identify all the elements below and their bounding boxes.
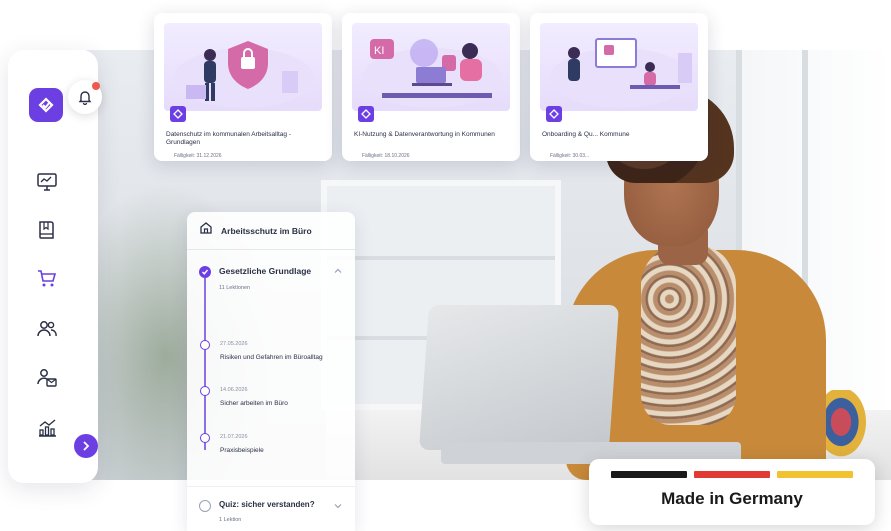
- course-due-date: Fälligkeit: 30.03...: [550, 153, 590, 159]
- timeline-line: [204, 278, 206, 450]
- course-outline-panel: Arbeitsschutz im Büro Gesetzliche Grundl…: [187, 212, 355, 531]
- home-icon: [199, 221, 213, 240]
- analytics-icon[interactable]: [33, 414, 61, 442]
- svg-text:KI: KI: [374, 45, 384, 57]
- course-due-date: Fälligkeit: 31.12.2026: [174, 153, 222, 159]
- check-chevron-logo[interactable]: [29, 88, 63, 122]
- sidebar: [8, 50, 98, 483]
- notification-dot: [92, 82, 100, 90]
- bell-icon[interactable]: [68, 80, 102, 114]
- chevron-right-icon[interactable]: [74, 434, 98, 458]
- course-card[interactable]: Onboarding & Qu... Kommune Fälligkeit: 3…: [530, 13, 708, 161]
- quiz-lesson-count: 1 Lektion: [219, 517, 242, 523]
- quiz-status-icon: [199, 500, 211, 512]
- outline-header[interactable]: Arbeitsschutz im Büro: [187, 212, 355, 250]
- course-thumbnail: [540, 23, 698, 111]
- course-due-date: Fälligkeit: 18.10.2026: [362, 153, 410, 159]
- made-in-germany-badge: Made in Germany: [589, 459, 875, 525]
- flag-stripe-red: [694, 471, 770, 478]
- lesson-title[interactable]: Sicher arbeiten im Büro: [220, 399, 330, 409]
- flag-stripe-black: [611, 471, 687, 478]
- user-mail-icon[interactable]: [33, 364, 61, 392]
- lesson-date: 21.07.2026: [220, 434, 248, 440]
- lesson-title[interactable]: Praxisbeispiele: [220, 446, 330, 456]
- lesson-marker: [200, 433, 210, 443]
- course-thumbnail: [164, 23, 322, 111]
- book-icon[interactable]: [33, 216, 61, 244]
- course-card[interactable]: KI KI-Nutzung & Datenverantwortung in Ko…: [342, 13, 520, 161]
- course-title: Datenschutz im kommunalen Arbeitsalltag …: [166, 131, 292, 146]
- course-title: Arbeitsschutz im Büro: [221, 225, 312, 236]
- lesson-marker: [200, 386, 210, 396]
- chevron-up-icon[interactable]: [333, 266, 343, 276]
- course-badge-icon: [170, 106, 186, 122]
- check-icon: [199, 266, 211, 278]
- course-thumbnail: KI: [352, 23, 510, 111]
- flag-stripe-gold: [777, 471, 853, 478]
- badge-text: Made in Germany: [661, 489, 803, 508]
- section-title: Gesetzliche Grundlage: [219, 266, 312, 276]
- chevron-down-icon[interactable]: [333, 501, 343, 511]
- course-badge-icon: [546, 106, 562, 122]
- lesson-title[interactable]: Risiken und Gefahren im Büroalltag: [220, 353, 330, 363]
- lesson-date: 27.05.2026: [220, 341, 248, 347]
- users-icon[interactable]: [33, 315, 61, 343]
- section-header[interactable]: Gesetzliche Grundlage 11 Lektionen: [187, 258, 355, 308]
- lesson-date: 14.06.2026: [220, 387, 248, 393]
- quiz-title: Quiz: sicher verstanden?: [219, 500, 315, 509]
- lesson-marker: [200, 340, 210, 350]
- course-title: KI-Nutzung & Datenverantwortung in Kommu…: [354, 131, 495, 138]
- person-scarf: [641, 245, 736, 425]
- course-badge-icon: [358, 106, 374, 122]
- course-card[interactable]: Datenschutz im kommunalen Arbeitsalltag …: [154, 13, 332, 161]
- quiz-item[interactable]: Quiz: sicher verstanden? 1 Lektion: [187, 486, 355, 531]
- laptop: [418, 305, 620, 450]
- section-lesson-count: 11 Lektionen: [219, 285, 251, 291]
- dashboard-icon[interactable]: [33, 168, 61, 196]
- course-title: Onboarding & Qu... Kommune: [542, 131, 630, 138]
- cart-icon[interactable]: [33, 264, 61, 292]
